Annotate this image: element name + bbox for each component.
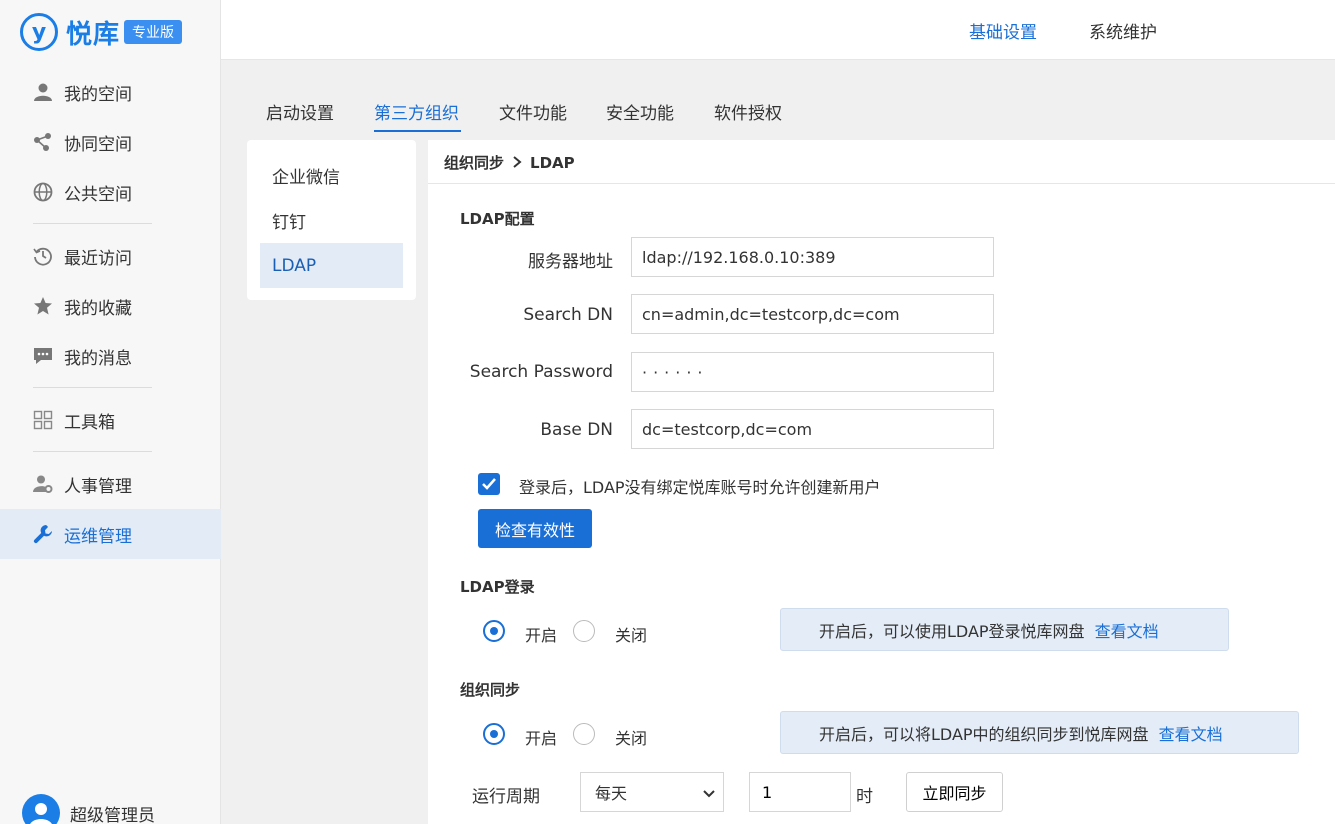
org-sync-off-radio[interactable] <box>573 723 595 745</box>
ldap-login-on-radio[interactable] <box>483 620 505 642</box>
wrench-icon <box>32 523 54 545</box>
section-title-org-sync: 组织同步 <box>460 681 521 699</box>
ldap-login-off-radio[interactable] <box>573 620 595 642</box>
sidebar-item-messages[interactable]: 我的消息 <box>0 331 221 381</box>
breadcrumb-current: LDAP <box>530 153 575 172</box>
org-sync-doc-link[interactable]: 查看文档 <box>1159 721 1223 745</box>
sidebar-divider <box>33 387 152 388</box>
sidebar-item-public-space[interactable]: 公共空间 <box>0 167 221 217</box>
section-title-ldap-login: LDAP登录 <box>460 578 535 596</box>
tab-third-party-org[interactable]: 第三方组织 <box>374 99 459 124</box>
user-profile[interactable]: 超级管理员 <box>22 794 155 824</box>
sync-now-button[interactable]: 立即同步 <box>906 772 1003 812</box>
ldap-login-info-box: 开启后，可以使用LDAP登录悦库网盘 查看文档 <box>780 608 1229 651</box>
hour-unit-label: 时 <box>856 787 873 807</box>
search-dn-input[interactable] <box>631 294 994 334</box>
ldap-login-info-text: 开启后，可以使用LDAP登录悦库网盘 <box>819 621 1085 641</box>
settings-tabs: 启动设置 第三方组织 文件功能 安全功能 软件授权 <box>221 61 1335 139</box>
search-password-input[interactable] <box>631 352 994 392</box>
chevron-down-icon <box>703 783 715 802</box>
tab-software-license[interactable]: 软件授权 <box>714 99 782 124</box>
tab-startup-settings[interactable]: 启动设置 <box>266 99 334 124</box>
org-sync-info-text: 开启后，可以将LDAP中的组织同步到悦库网盘 <box>819 724 1149 744</box>
header-tab-basic-settings[interactable]: 基础设置 <box>969 18 1037 43</box>
check-validity-button[interactable]: 检查有效性 <box>478 509 592 548</box>
org-source-menu: 企业微信 钉钉 LDAP <box>247 140 416 300</box>
sidebar: y 悦库 专业版 我的空间 协同空间 公共空间 最近访问 我的收藏 我的消息 工… <box>0 0 221 824</box>
ldap-panel: 组织同步 LDAP LDAP配置 服务器地址 Search DN Search … <box>428 140 1335 824</box>
sidebar-item-label: 最近访问 <box>64 248 132 269</box>
server-address-input[interactable] <box>631 237 994 277</box>
logo-icon: y <box>20 13 58 51</box>
sidebar-item-label: 运维管理 <box>64 526 132 547</box>
submenu-item-wecom[interactable]: 企业微信 <box>260 153 403 198</box>
star-icon <box>32 295 54 317</box>
breadcrumb: 组织同步 LDAP <box>444 152 575 173</box>
sidebar-item-collab-space[interactable]: 协同空间 <box>0 117 221 167</box>
submenu-item-dingtalk[interactable]: 钉钉 <box>260 198 403 243</box>
ldap-login-doc-link[interactable]: 查看文档 <box>1095 618 1159 642</box>
sidebar-item-recent[interactable]: 最近访问 <box>0 231 221 281</box>
org-sync-info-box: 开启后，可以将LDAP中的组织同步到悦库网盘 查看文档 <box>780 711 1299 754</box>
server-address-label: 服务器地址 <box>528 252 613 272</box>
allow-create-user-checkbox[interactable] <box>478 473 500 495</box>
sidebar-item-hr[interactable]: 人事管理 <box>0 459 221 509</box>
sidebar-divider <box>33 223 152 224</box>
avatar <box>22 794 60 824</box>
grid-icon <box>32 409 54 431</box>
share-icon <box>32 131 54 153</box>
org-sync-off-label[interactable]: 关闭 <box>615 725 647 749</box>
sidebar-item-label: 我的空间 <box>64 84 132 105</box>
org-sync-on-radio[interactable] <box>483 723 505 745</box>
sidebar-item-toolbox[interactable]: 工具箱 <box>0 395 221 445</box>
base-dn-input[interactable] <box>631 409 994 449</box>
sidebar-item-label: 我的收藏 <box>64 298 132 319</box>
run-period-label: 运行周期 <box>472 787 540 807</box>
search-password-label: Search Password <box>469 362 613 382</box>
org-sync-on-label[interactable]: 开启 <box>525 725 557 749</box>
active-tab-indicator <box>374 130 461 132</box>
user-name: 超级管理员 <box>70 805 155 824</box>
tab-security-features[interactable]: 安全功能 <box>606 99 674 124</box>
ldap-login-on-label[interactable]: 开启 <box>525 622 557 646</box>
breadcrumb-divider <box>428 183 1335 184</box>
sidebar-item-label: 工具箱 <box>64 412 115 433</box>
run-period-select[interactable]: 每天 <box>580 772 724 812</box>
sidebar-divider <box>33 451 152 452</box>
user-icon <box>32 81 54 103</box>
ldap-login-off-label[interactable]: 关闭 <box>615 622 647 646</box>
sidebar-item-label: 公共空间 <box>64 184 132 205</box>
history-icon <box>32 245 54 267</box>
sync-hour-input[interactable] <box>749 772 851 812</box>
top-header: 基础设置 系统维护 <box>221 0 1335 60</box>
app-name: 悦库 <box>66 19 121 50</box>
sidebar-item-ops[interactable]: 运维管理 <box>0 509 221 559</box>
allow-create-user-label[interactable]: 登录后，LDAP没有绑定悦库账号时允许创建新用户 <box>519 474 881 498</box>
sidebar-item-label: 人事管理 <box>64 476 132 497</box>
edition-badge: 专业版 <box>124 20 183 44</box>
checkmark-icon <box>482 478 496 490</box>
header-tab-system-maintenance[interactable]: 系统维护 <box>1089 18 1157 43</box>
sidebar-item-my-space[interactable]: 我的空间 <box>0 67 221 117</box>
sidebar-item-label: 协同空间 <box>64 134 132 155</box>
user-gear-icon <box>32 473 54 495</box>
tab-file-features[interactable]: 文件功能 <box>499 99 567 124</box>
logo[interactable]: y 悦库 专业版 <box>20 12 183 52</box>
sidebar-item-favorites[interactable]: 我的收藏 <box>0 281 221 331</box>
sidebar-item-label: 我的消息 <box>64 348 132 369</box>
message-icon <box>32 345 54 367</box>
submenu-item-ldap[interactable]: LDAP <box>260 243 403 288</box>
search-dn-label: Search DN <box>523 305 613 325</box>
run-period-value: 每天 <box>595 784 628 803</box>
globe-icon <box>32 181 54 203</box>
base-dn-label: Base DN <box>540 420 613 440</box>
chevron-right-icon <box>512 154 522 172</box>
section-title-ldap-config: LDAP配置 <box>460 210 535 228</box>
breadcrumb-parent[interactable]: 组织同步 <box>444 152 504 173</box>
